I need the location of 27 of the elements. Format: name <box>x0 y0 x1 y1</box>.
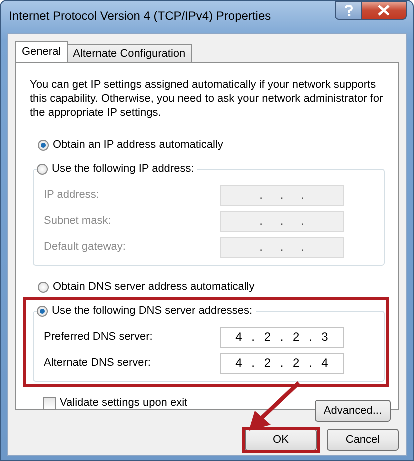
ok-button[interactable]: OK <box>245 429 317 451</box>
close-icon <box>378 5 390 16</box>
radio-label: Obtain DNS server address automatically <box>53 281 255 293</box>
checkbox-label: Validate settings upon exit <box>60 397 188 409</box>
tab[interactable]: General <box>15 41 68 62</box>
close-button[interactable] <box>362 1 407 20</box>
tab[interactable]: Alternate Configuration <box>67 44 192 62</box>
ip-address-field[interactable]: 4 . 2 . 2 . 4 <box>220 352 344 374</box>
description-text: You can get IP settings assigned automatically if your network supports this capability. Otherwise, you need to ask your network administrator for the appropriate IP settings. <box>30 78 384 120</box>
checkbox[interactable] <box>43 396 56 410</box>
help-button[interactable] <box>335 1 362 20</box>
annotation-arrow <box>249 382 300 431</box>
field-label: IP address: <box>44 189 100 201</box>
field-label: Default gateway: <box>44 241 127 253</box>
radio-label: Use the following IP address: <box>52 163 194 175</box>
radio-button[interactable] <box>37 306 48 316</box>
radio-button[interactable] <box>38 282 49 292</box>
ip-address-field[interactable]: 4 . 2 . 2 . 3 <box>220 326 344 348</box>
window-title: Internet Protocol Version 4 (TCP/IPv4) Properties <box>9 9 272 23</box>
radio-label: Use the following DNS server addresses: <box>52 305 253 317</box>
field-label: Subnet mask: <box>44 215 112 227</box>
field-label: Alternate DNS server: <box>44 357 152 369</box>
help-icon <box>344 4 354 16</box>
radio-label: Obtain an IP address automatically <box>53 139 224 151</box>
advanced-button[interactable]: Advanced... <box>314 400 391 422</box>
field-label: Preferred DNS server: <box>44 331 154 343</box>
cancel-button[interactable]: Cancel <box>327 429 399 451</box>
